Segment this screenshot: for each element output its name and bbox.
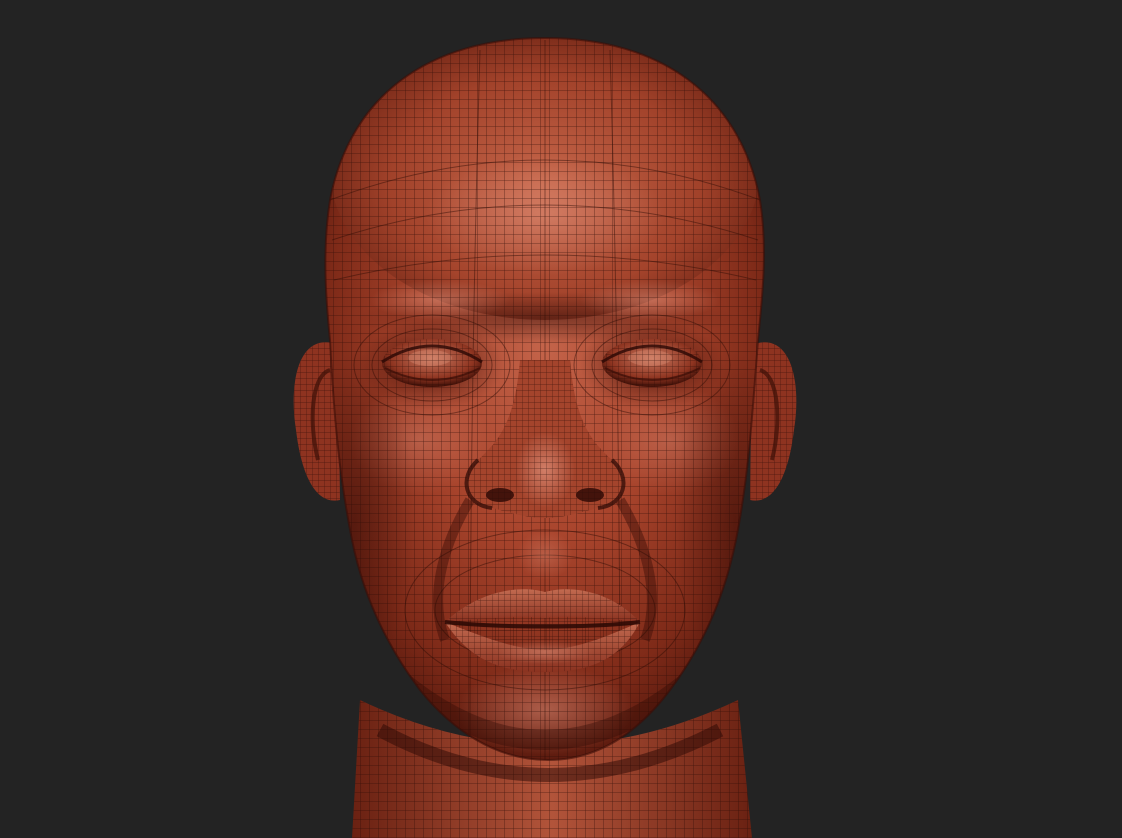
philtrum	[517, 530, 573, 580]
3d-viewport[interactable]	[0, 0, 1122, 838]
right-eye	[601, 339, 703, 387]
head-model-render	[0, 0, 1122, 838]
left-eye	[381, 339, 483, 387]
